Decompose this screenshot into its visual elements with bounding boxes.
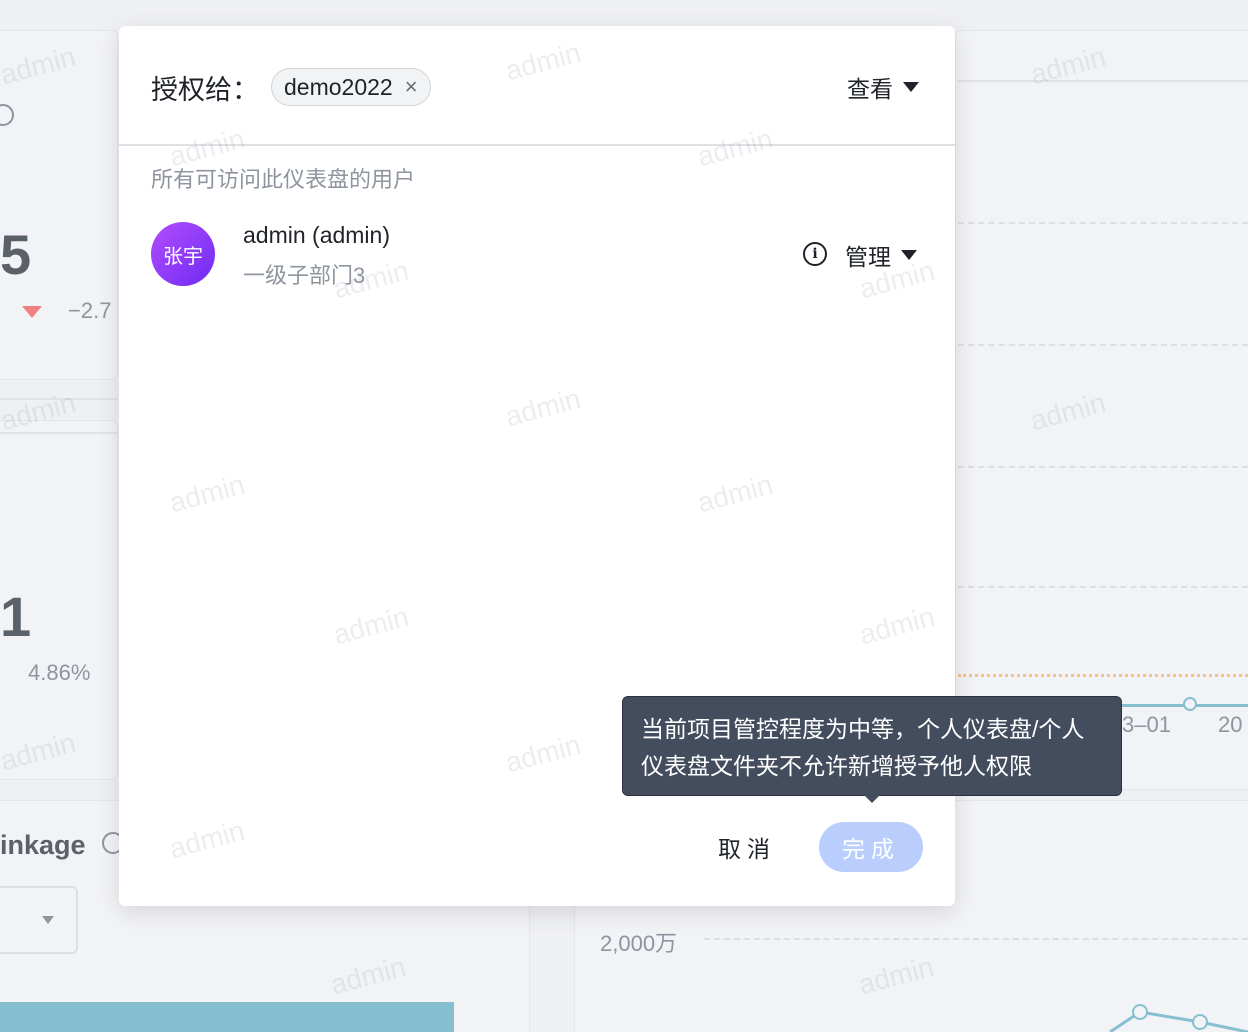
- user-role-value: 管理: [845, 244, 891, 270]
- section-title: 所有可访问此仪表盘的用户: [151, 167, 416, 192]
- filter-select[interactable]: [0, 886, 78, 954]
- linkage-title: inkage: [0, 830, 86, 860]
- metric-2-value: 1: [0, 585, 32, 648]
- watermark: admin: [502, 382, 584, 433]
- user-department: 一级子部门3: [243, 263, 366, 288]
- grantee-chip[interactable]: demo2022 ×: [271, 68, 431, 106]
- caret-down-icon: [901, 250, 917, 260]
- user-name: admin (admin): [243, 222, 390, 248]
- watermark: admin: [694, 468, 776, 519]
- watermark: admin: [330, 600, 412, 651]
- bar-mark: [0, 1002, 454, 1032]
- user-role-select[interactable]: 管理: [845, 238, 917, 272]
- avatar: 张宇: [151, 222, 215, 286]
- line-series: [1109, 1004, 1248, 1032]
- info-icon[interactable]: i: [803, 242, 827, 266]
- watermark: admin: [502, 728, 584, 779]
- watermark: admin: [166, 814, 248, 865]
- point-mark: [1183, 697, 1197, 711]
- grantee-chip-label: demo2022: [284, 73, 393, 100]
- metric-card-1: [0, 30, 118, 380]
- close-icon[interactable]: ×: [405, 76, 418, 98]
- down-arrow-icon: [22, 306, 42, 318]
- done-button[interactable]: 完成: [819, 822, 923, 872]
- grant-label: 授权给：: [151, 75, 259, 105]
- permission-select[interactable]: 查看: [847, 70, 919, 104]
- watermark: admin: [856, 600, 938, 651]
- tooltip-text: 当前项目管控程度为中等，个人仪表盘/个人仪表盘文件夹不允许新增授予他人权限: [641, 716, 1085, 779]
- axis-tick: 3–01: [1122, 712, 1171, 737]
- cancel-button[interactable]: 取消: [703, 822, 791, 872]
- permission-select-value: 查看: [847, 76, 893, 102]
- metric-2-change: 4.86%: [28, 660, 91, 685]
- axis-tick: 20: [1218, 712, 1243, 737]
- chevron-down-icon: [42, 916, 54, 924]
- axis-value: 2,000万: [600, 931, 678, 956]
- watermark: admin: [166, 468, 248, 519]
- tooltip-arrow: [864, 795, 880, 803]
- dialog-header: 授权给： demo2022 × 查看: [119, 26, 955, 146]
- tooltip: 当前项目管控程度为中等，个人仪表盘/个人仪表盘文件夹不允许新增授予他人权限: [622, 696, 1122, 796]
- user-list-item: 张宇 admin (admin) 一级子部门3 i 管理: [151, 222, 923, 288]
- metric-1-value: 5: [0, 223, 32, 286]
- caret-down-icon: [903, 82, 919, 92]
- metric-1-change: −2.7: [68, 298, 112, 323]
